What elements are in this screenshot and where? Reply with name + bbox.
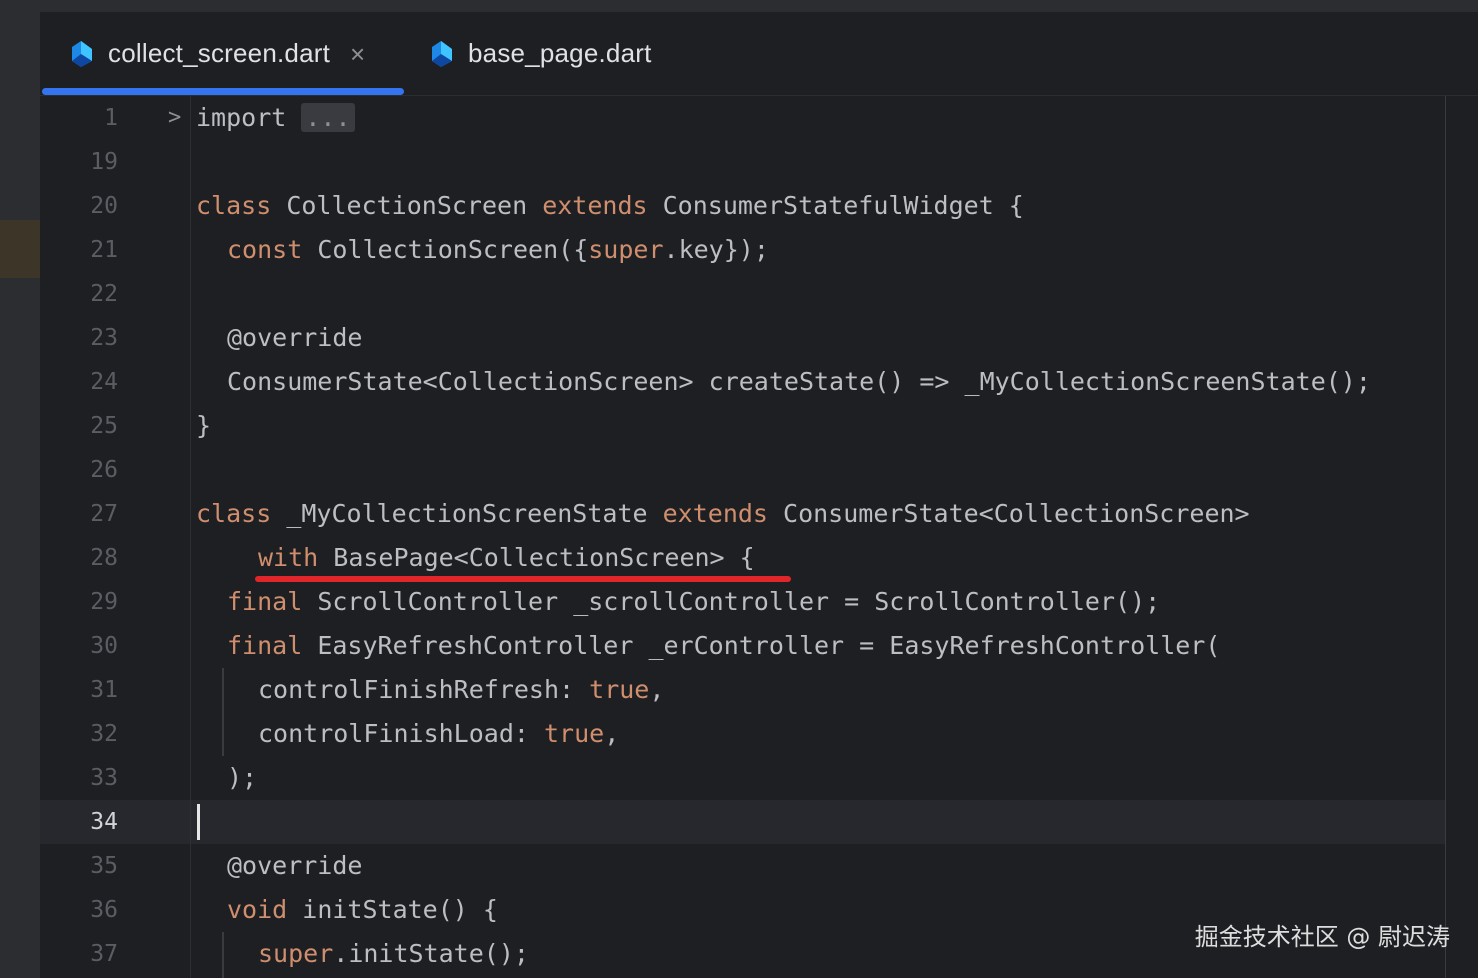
code-token: , (649, 675, 665, 704)
code-line-1: import ... (196, 96, 355, 140)
line-number: 32 (90, 721, 118, 747)
chevron-right-icon[interactable]: > (168, 106, 181, 130)
line-number: 27 (90, 501, 118, 527)
active-tab-indicator (42, 88, 404, 95)
code-line-35: @override (227, 851, 363, 880)
indent-guide (222, 668, 224, 756)
line-number: 36 (90, 897, 118, 923)
code-token: CollectionScreen({ (302, 235, 589, 264)
code-line-33: ); (227, 763, 258, 792)
code-line-20: class CollectionScreen extends ConsumerS… (196, 184, 1024, 228)
code-line-27: class _MyCollectionScreenState extends C… (196, 492, 1250, 536)
line-number: 22 (90, 281, 118, 307)
code-token: super (588, 235, 664, 264)
code-line-25: } (196, 411, 212, 440)
line-number: 29 (90, 589, 118, 615)
code-token: with (258, 543, 319, 572)
code-token: EasyRefreshController _erController = Ea… (302, 631, 1221, 660)
tab-label: base_page.dart (468, 38, 652, 68)
current-line-highlight (40, 800, 1445, 844)
line-number: 30 (90, 633, 118, 659)
line-number: 24 (90, 369, 118, 395)
code-token: CollectionScreen (271, 191, 543, 220)
watermark: 掘金技术社区 @ 尉迟涛 (1194, 923, 1450, 951)
code-token: .key}); (663, 235, 769, 264)
code-token: controlFinishRefresh: (258, 675, 590, 704)
dart-file-icon (432, 40, 452, 67)
code-line-37: super.initState(); (258, 932, 529, 976)
code-token: void (227, 895, 288, 924)
line-number: 25 (90, 413, 118, 439)
line-number: 20 (90, 193, 118, 219)
close-tab-icon[interactable]: × (350, 41, 365, 67)
bookmark-marker (0, 220, 40, 278)
code-token: controlFinishLoad: (258, 719, 544, 748)
code-token: import (196, 103, 287, 132)
line-number: 23 (90, 325, 118, 351)
code-token: class (196, 191, 272, 220)
code-line-30: final EasyRefreshController _erControlle… (227, 624, 1220, 668)
line-number: 21 (90, 237, 118, 263)
code-token: ConsumerStatefulWidget { (647, 191, 1024, 220)
line-number: 26 (90, 457, 118, 483)
line-number-current: 34 (90, 809, 118, 835)
code-token: extends (662, 499, 768, 528)
code-line-29: final ScrollController _scrollController… (227, 580, 1160, 624)
code-token: true (589, 675, 650, 704)
code-line-28: with BasePage<CollectionScreen> { (258, 536, 755, 580)
code-editor[interactable]: 1 19 20 21 22 23 24 25 26 27 28 29 30 31… (40, 96, 1478, 978)
gutter-divider (190, 96, 191, 978)
line-number: 28 (90, 545, 118, 571)
tab-collect-screen[interactable]: collect_screen.dart × (40, 12, 404, 95)
line-number: 35 (90, 853, 118, 879)
editor-tab-bar: collect_screen.dart × base_page.dart (40, 12, 1478, 96)
annotation-underline (255, 576, 791, 582)
code-token: initState() { (287, 895, 498, 924)
code-token: final (227, 587, 303, 616)
code-line-31: controlFinishRefresh: true, (258, 668, 664, 712)
indent-guide (222, 932, 224, 978)
line-number: 33 (90, 765, 118, 791)
folded-imports[interactable]: ... (301, 103, 355, 132)
tool-window-strip (0, 12, 40, 978)
line-number: 37 (90, 941, 118, 967)
code-token: const (227, 235, 303, 264)
code-line-23: @override (227, 323, 363, 352)
code-token: _MyCollectionScreenState (271, 499, 663, 528)
code-token: class (196, 499, 272, 528)
code-token: super (258, 939, 334, 968)
code-line-36: void initState() { (227, 888, 498, 932)
code-token: true (543, 719, 605, 748)
line-number: 19 (90, 149, 118, 175)
dart-file-icon (72, 40, 92, 67)
tab-base-page[interactable]: base_page.dart (420, 12, 680, 95)
code-line-21: const CollectionScreen({super.key}); (227, 228, 769, 272)
code-token: ConsumerState<CollectionScreen> (767, 499, 1250, 528)
title-strip (0, 0, 1478, 12)
ide-window: collect_screen.dart × base_page.dart 1 1… (0, 0, 1478, 978)
code-token: .initState(); (333, 939, 529, 968)
code-token: final (227, 631, 303, 660)
code-token: extends (542, 191, 648, 220)
code-token: ScrollController _scrollController = Scr… (302, 587, 1161, 616)
line-number: 1 (104, 105, 118, 131)
text-caret (197, 804, 200, 840)
tab-label: collect_screen.dart (108, 38, 331, 68)
line-number: 31 (90, 677, 118, 703)
right-margin-guide (1445, 96, 1446, 978)
code-line-32: controlFinishLoad: true, (258, 712, 619, 756)
code-token: BasePage<CollectionScreen> { (318, 543, 755, 572)
code-line-24: ConsumerState<CollectionScreen> createSt… (227, 367, 1371, 396)
code-token: , (604, 719, 620, 748)
